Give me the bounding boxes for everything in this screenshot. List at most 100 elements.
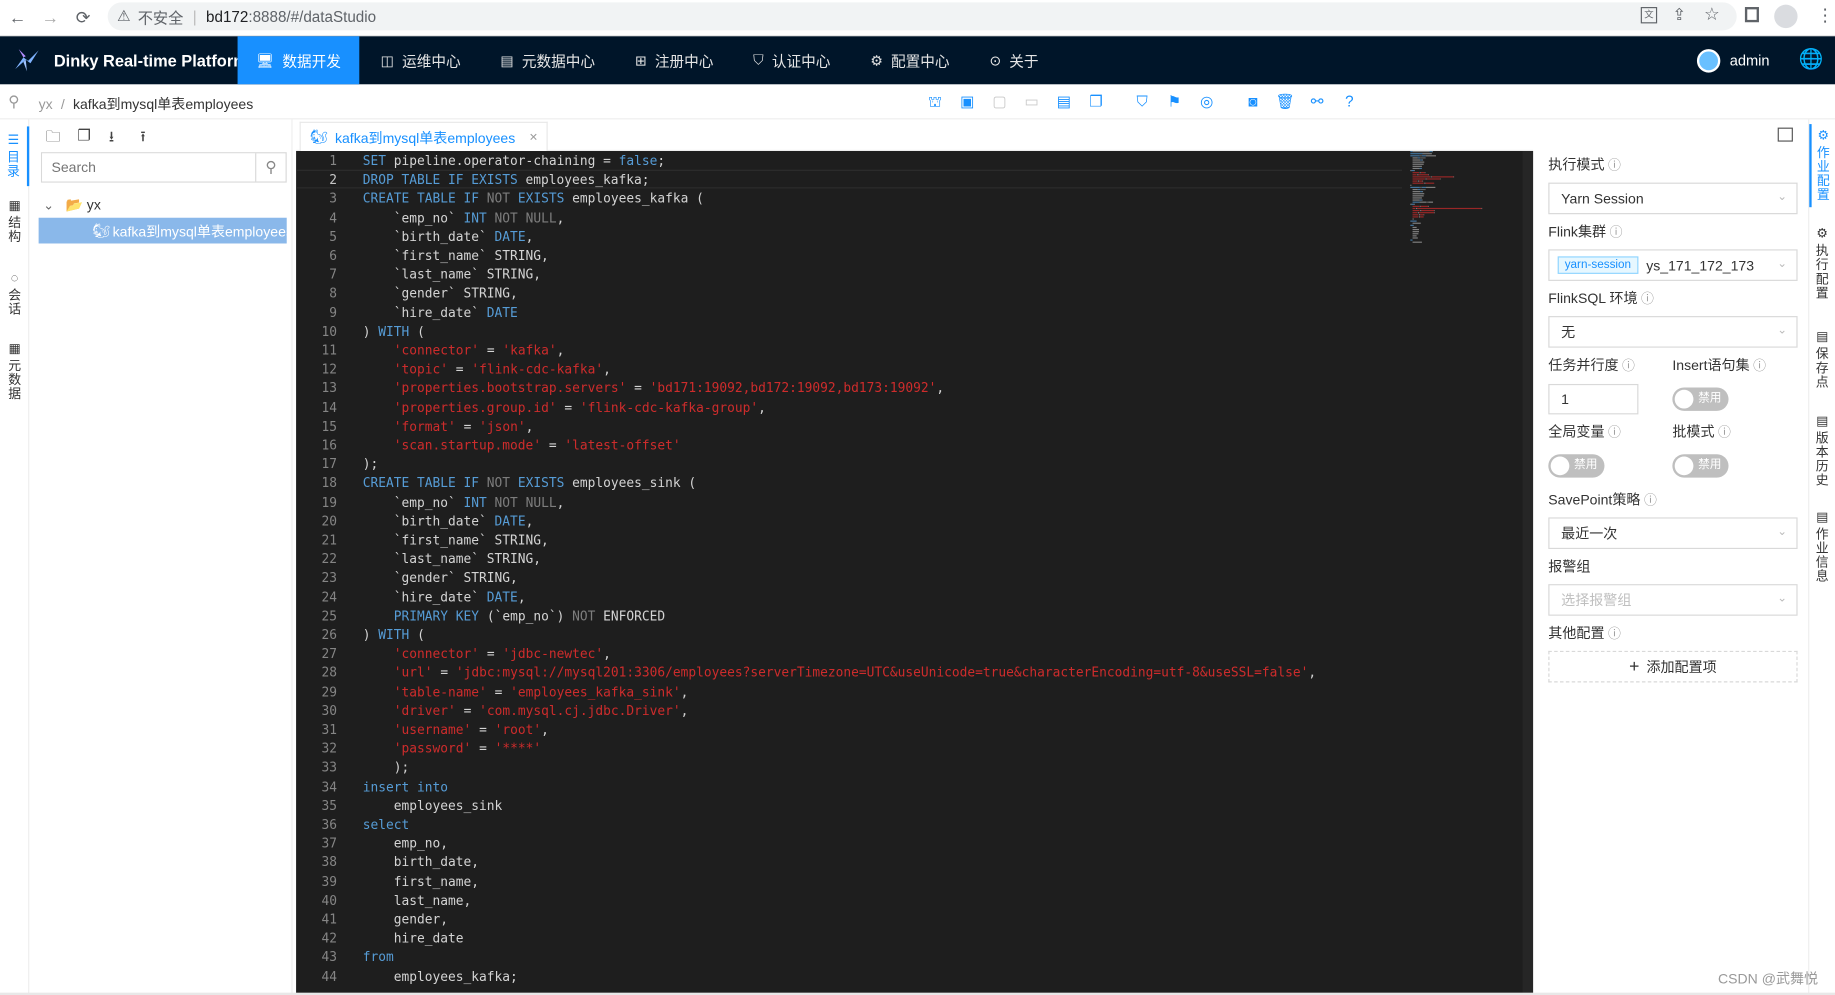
line-number: 35 — [321, 798, 338, 814]
app-logo[interactable]: Dinky Real-time Platform — [12, 36, 248, 84]
tab-label: 保存点 — [1815, 347, 1829, 390]
new-file-icon[interactable]: ▢ — [989, 91, 1010, 112]
dinky-logo-icon — [15, 48, 39, 71]
check-shield-icon[interactable]: ⛉ — [1132, 91, 1153, 112]
left-tab-0[interactable]: ☰ 目录 — [0, 126, 30, 187]
breadcrumb: yx / kafka到mysql单表employees — [39, 94, 254, 114]
minimize-panel-icon[interactable] — [1777, 127, 1793, 142]
left-tab-2[interactable]: ◌ 会话 — [0, 265, 29, 325]
line-number: 39 — [321, 873, 338, 890]
sidebar-toggle-icon[interactable] — [1744, 7, 1759, 23]
tree-toolbar: 🗀 ❐ ⭳ ⭱ — [46, 126, 172, 146]
debug-icon[interactable]: ⛫ — [925, 91, 946, 112]
security-label[interactable]: 不安全 — [138, 5, 184, 27]
line-number: 27 — [321, 646, 338, 662]
chevron-down-icon: ⌄ — [1777, 525, 1788, 539]
pause-icon[interactable]: ◎ — [1196, 91, 1217, 112]
address-bar[interactable]: ⚠ 不安全 | bd172 :8888/#/dataStudio — [107, 2, 1737, 31]
tree-node-task[interactable]: 🐿 kafka到mysql单表employees — [38, 217, 287, 244]
save-as-icon[interactable]: ❐ — [1085, 91, 1106, 112]
nav-item-0[interactable]: 🖥 数据开发 — [237, 36, 360, 85]
tree-node-label: yx — [86, 196, 101, 214]
breadcrumb-root[interactable]: yx — [39, 95, 53, 111]
code-line: `emp_no` INT NOT NULL, — [362, 494, 565, 510]
nav-item-1[interactable]: ◫ 运维中心 — [362, 36, 479, 84]
left-tab-1[interactable]: ▦ 结构 — [0, 192, 29, 252]
new-folder-icon[interactable]: 🗀 — [46, 126, 62, 146]
flink-cluster-select[interactable]: yarn-session ys_171_172_173 ⌄ — [1548, 249, 1798, 281]
user-menu[interactable]: admin — [1696, 36, 1770, 84]
tree-node-root[interactable]: ⌄ 📂 yx — [43, 194, 101, 215]
right-tab-3[interactable]: ▤ 版本历史 — [1809, 410, 1835, 493]
nav-item-5[interactable]: ⚙ 配置中心 — [851, 36, 968, 84]
nav-item-6[interactable]: ⊙ 关于 — [971, 36, 1058, 84]
language-globe-icon[interactable]: 🌐 — [1799, 48, 1824, 71]
code-line: gender, — [362, 911, 449, 928]
add-config-button[interactable]: + 添加配置项 — [1548, 650, 1798, 683]
create-task-icon[interactable]: ❐ — [77, 126, 93, 144]
translate-icon[interactable]: 文 — [1640, 7, 1658, 24]
forward-icon[interactable]: → — [37, 0, 63, 36]
bookmark-star-icon[interactable]: ☆ — [1704, 4, 1720, 25]
breadcrumb-toolbar: ⚲ yx / kafka到mysql单表employees ⛫ ▣ ▢ ▭ ▤ … — [0, 84, 1835, 120]
parallelism-input[interactable]: 1 — [1548, 383, 1639, 415]
left-tab-3[interactable]: ▦ 元数据 — [0, 335, 29, 409]
editor-scrollbar[interactable] — [1522, 151, 1534, 994]
chevron-down-icon[interactable]: ⌄ — [43, 197, 54, 212]
sql-code-editor[interactable]: 1 SET pipeline.operator-chaining = false;… — [296, 151, 1534, 994]
code-line: `emp_no` INT NOT NULL, — [362, 210, 565, 226]
publish-flag-icon[interactable]: ⚑ — [1164, 91, 1185, 112]
back-icon[interactable]: ← — [5, 0, 31, 36]
alarm-group-select[interactable]: 选择报警组 ⌄ — [1548, 584, 1798, 616]
code-line: 'properties.group.id' = 'flink-cdc-kafka… — [393, 399, 766, 416]
minimap[interactable] — [1410, 151, 1522, 245]
help-circle-icon: ⓘ — [1608, 159, 1621, 174]
code-line: DROP TABLE IF EXISTS employees_kafka; — [362, 172, 650, 188]
share-icon[interactable]: ⇪ — [1672, 5, 1686, 25]
nav-item-4[interactable]: ⛉ 认证中心 — [734, 36, 849, 84]
flinksql-env-select[interactable]: 无 ⌄ — [1548, 316, 1798, 348]
editor-tab-label: kafka到mysql单表employees — [334, 129, 516, 146]
search-input[interactable] — [42, 153, 256, 182]
global-var-switch[interactable]: 禁用 — [1548, 454, 1605, 478]
line-number: 31 — [321, 722, 338, 738]
nav-item-2[interactable]: ▤ 元数据中心 — [482, 36, 614, 84]
tab-icon: ▤ — [1816, 330, 1829, 345]
tab-label: 执行配置 — [1815, 244, 1829, 301]
tab-icon: ◌ — [10, 271, 19, 286]
snapshot-camera-icon[interactable]: ◙ — [1242, 91, 1263, 112]
console-icon[interactable]: ▣ — [957, 91, 978, 112]
help-circle-icon: ⓘ — [1641, 292, 1654, 307]
help-circle-icon: ⓘ — [1643, 493, 1657, 509]
delete-icon[interactable]: 🗑 — [1274, 91, 1295, 112]
url-host: bd172 — [206, 7, 249, 26]
open-folder-icon[interactable]: ▭ — [1021, 91, 1042, 112]
search-icon[interactable]: ⚲ — [255, 153, 285, 182]
code-line: `first_name` STRING, — [362, 248, 549, 264]
right-tab-1[interactable]: ⚙ 执行配置 — [1809, 222, 1835, 305]
editor-tab[interactable]: 🐿 kafka到mysql单表employees × — [299, 121, 549, 152]
line-number: 19 — [321, 494, 338, 510]
right-tab-4[interactable]: ▤ 作业信息 — [1809, 506, 1835, 589]
savepoint-select[interactable]: 最近一次 ⌄ — [1548, 517, 1798, 550]
right-tab-0[interactable]: ⚙ 作业配置 — [1809, 124, 1835, 208]
link-icon[interactable]: ⚯ — [1307, 91, 1328, 112]
browser-menu-icon[interactable]: ⋮ — [1816, 5, 1834, 26]
download-icon[interactable]: ⭳ — [109, 126, 125, 146]
nav-icon: ◫ — [380, 52, 394, 69]
batch-mode-switch[interactable]: 禁用 — [1672, 454, 1729, 478]
reload-icon[interactable]: ⟳ — [70, 0, 96, 36]
upload-icon[interactable]: ⭱ — [140, 126, 156, 146]
nav-item-3[interactable]: ⊞ 注册中心 — [616, 36, 732, 84]
save-icon[interactable]: ▤ — [1053, 91, 1074, 112]
insert-set-switch[interactable]: 禁用 — [1672, 387, 1729, 411]
flink-squirrel-icon: 🐿 — [92, 222, 111, 239]
right-tab-2[interactable]: ▤ 保存点 — [1809, 325, 1835, 394]
help-circle-icon: ⓘ — [1609, 225, 1623, 240]
code-line: `last_name` STRING, — [362, 551, 542, 567]
close-icon[interactable]: × — [529, 129, 537, 145]
exec-mode-label: 执行模式 ⓘ — [1548, 156, 1621, 174]
help-icon[interactable]: ? — [1339, 91, 1360, 112]
profile-icon[interactable] — [1774, 4, 1798, 29]
exec-mode-select[interactable]: Yarn Session ⌄ — [1548, 182, 1798, 215]
